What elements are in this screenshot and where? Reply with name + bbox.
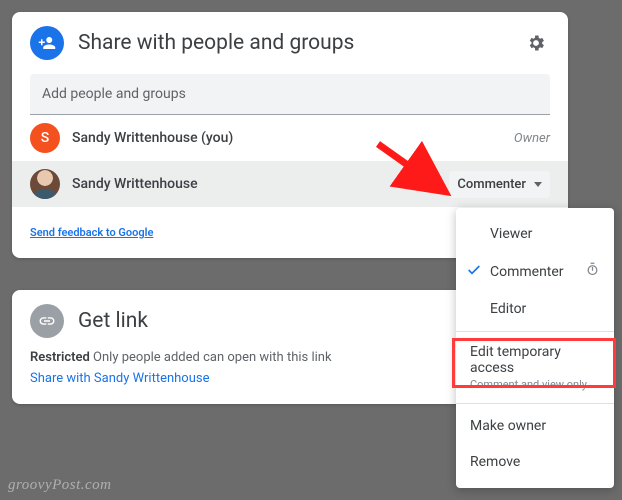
menu-item-label: Make owner — [470, 418, 546, 434]
share-dialog-title: Share with people and groups — [78, 31, 522, 55]
menu-item-sublabel: Comment and view only — [470, 378, 600, 391]
menu-divider — [456, 331, 614, 332]
add-people-input[interactable]: Add people and groups — [30, 74, 550, 115]
gear-icon — [526, 33, 546, 53]
menu-divider — [456, 403, 614, 404]
share-dialog-header: Share with people and groups — [12, 12, 568, 70]
restricted-description: Only people added can open with this lin… — [90, 350, 332, 365]
role-dropdown[interactable]: Commenter — [449, 171, 550, 198]
restricted-label: Restricted — [30, 350, 90, 365]
role-dropdown-label: Commenter — [457, 177, 526, 192]
avatar — [30, 169, 60, 199]
menu-item-edit-temporary-access[interactable]: Edit temporary access Comment and view o… — [456, 336, 614, 399]
feedback-link[interactable]: Send feedback to Google — [30, 226, 153, 239]
menu-item-remove[interactable]: Remove — [456, 444, 614, 480]
menu-item-label: Commenter — [490, 264, 564, 280]
menu-item-label: Viewer — [490, 226, 532, 242]
check-icon — [466, 262, 482, 282]
role-menu: Viewer Commenter Editor Edit temporary a… — [456, 208, 614, 488]
menu-item-commenter[interactable]: Commenter — [456, 252, 614, 291]
get-link-title: Get link — [78, 309, 148, 333]
menu-item-viewer[interactable]: Viewer — [456, 216, 614, 252]
person-row: Sandy Writtenhouse Commenter — [12, 161, 568, 207]
person-name: Sandy Writtenhouse — [72, 176, 427, 192]
share-people-icon — [30, 26, 64, 60]
settings-button[interactable] — [522, 29, 550, 57]
person-row-owner: S Sandy Writtenhouse (you) Owner — [12, 115, 568, 161]
menu-item-label: Editor — [490, 301, 526, 317]
role-label-owner: Owner — [514, 131, 550, 146]
menu-item-label: Remove — [470, 454, 520, 470]
watermark: groovyPost.com — [8, 477, 112, 494]
chevron-down-icon — [534, 182, 542, 187]
add-people-placeholder: Add people and groups — [42, 86, 186, 102]
menu-item-make-owner[interactable]: Make owner — [456, 408, 614, 444]
link-icon — [30, 304, 64, 338]
avatar: S — [30, 123, 60, 153]
person-name: Sandy Writtenhouse (you) — [72, 130, 514, 146]
menu-item-editor[interactable]: Editor — [456, 291, 614, 327]
timer-icon — [427, 176, 443, 192]
timer-icon — [585, 262, 600, 281]
menu-item-label: Edit temporary access — [470, 344, 600, 376]
